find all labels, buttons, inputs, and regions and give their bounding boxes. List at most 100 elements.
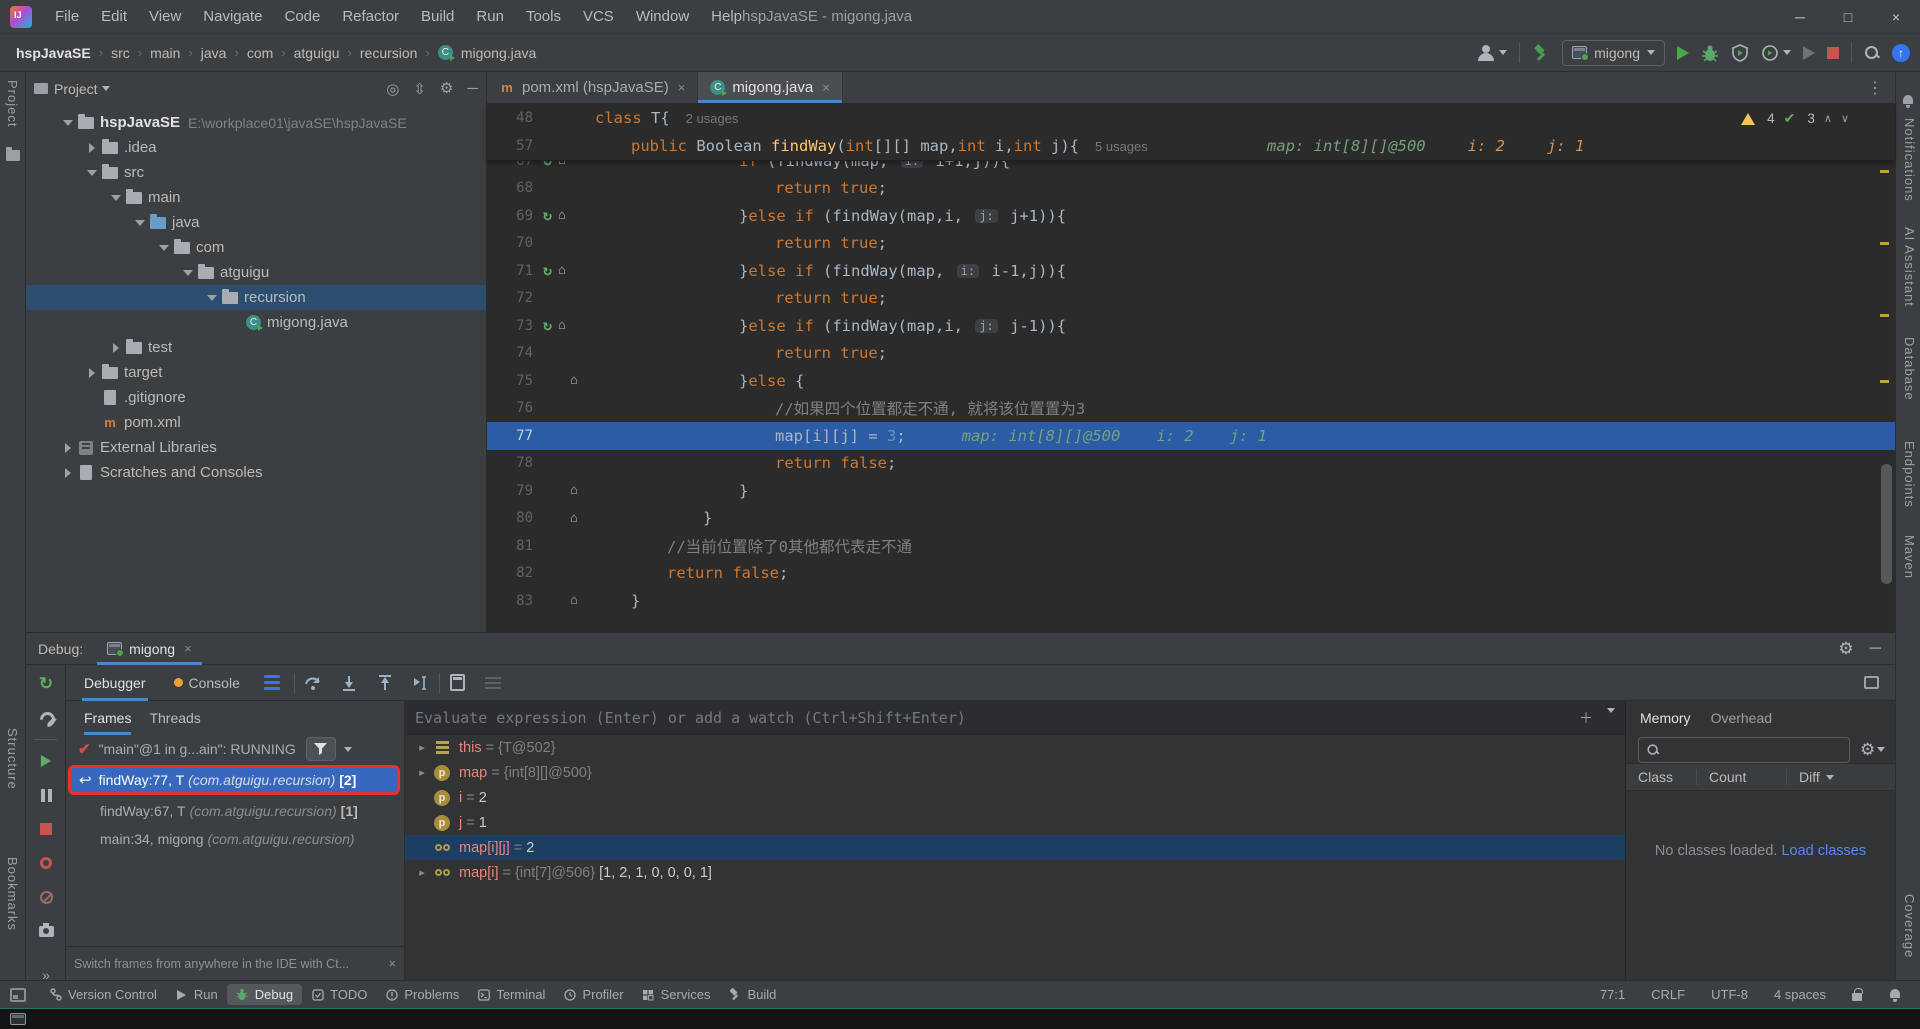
error-stripe-mark[interactable] [1880,242,1889,245]
tree-item-pomxml[interactable]: mpom.xml [26,410,486,435]
code-line[interactable]: 73↻⌂}else if (findWay(map,i, j: j-1)){ [487,312,1895,340]
project-view-selector[interactable]: Project [54,81,98,97]
stop-debug-button[interactable] [26,814,66,844]
stripe-database[interactable]: Database [1902,337,1917,401]
tab-frames[interactable]: Frames [84,701,131,735]
watch-row-selected[interactable]: map[i][j] = 2 [405,835,1625,860]
menu-refactor[interactable]: Refactor [331,0,410,34]
code-line[interactable]: 79⌂} [487,477,1895,505]
stripe-maven[interactable]: Maven [1902,535,1917,579]
search-everywhere-icon[interactable] [1864,45,1880,61]
usages-hint[interactable]: 2 usages [686,111,739,126]
menu-file[interactable]: File [44,0,90,34]
status-services[interactable]: Services [633,984,720,1005]
code-line[interactable]: 68return true; [487,175,1895,203]
variable-row-j[interactable]: pj = 1 [405,810,1625,835]
rerun-button[interactable]: ↻ [26,669,66,699]
column-count[interactable]: Count [1696,769,1786,785]
breadcrumb-com[interactable]: com [245,45,275,61]
menu-tools[interactable]: Tools [515,0,572,34]
notifications-bell-icon[interactable] [1888,988,1902,1002]
tree-item-idea[interactable]: .idea [26,135,486,160]
pause-button[interactable] [26,780,66,810]
stripe-endpoints[interactable]: Endpoints [1902,441,1917,508]
menu-run[interactable]: Run [465,0,515,34]
code-line[interactable]: 71↻⌂}else if (findWay(map, i: i-1,j)){ [487,257,1895,285]
chevron-down-icon[interactable] [1607,708,1615,713]
close-icon[interactable]: × [678,80,686,95]
settings-sliders-icon[interactable] [485,677,501,689]
stripe-structure[interactable]: Structure [5,728,20,790]
collapse-all-icon[interactable]: ⇳ [413,80,426,98]
tree-item-recursion[interactable]: recursion [26,285,486,310]
tree-item-scratches[interactable]: Scratches and Consoles [26,460,486,485]
tab-threads[interactable]: Threads [149,701,200,735]
gutter-marker-icon[interactable]: ⌂ [570,484,578,497]
step-out-icon[interactable] [376,675,394,691]
code-line[interactable]: 81//当前位置除了0其他都代表走不通 [487,532,1895,560]
layout-menu-icon[interactable] [264,675,280,690]
maximize-button[interactable]: □ [1824,0,1872,34]
breadcrumb-recursion[interactable]: recursion [358,45,420,61]
line-separator[interactable]: CRLF [1651,987,1685,1002]
tree-item-main[interactable]: main [26,185,486,210]
indent-style[interactable]: 4 spaces [1774,987,1826,1002]
tool-window-layout-icon[interactable] [10,988,26,1002]
run-to-cursor-icon[interactable] [412,675,430,691]
recursive-call-icon[interactable]: ↻ [543,160,552,168]
watch-row[interactable]: ▸map[i] = {int[7]@506} [1, 2, 1, 0, 0, 0… [405,860,1625,885]
code-line[interactable]: 69↻⌂}else if (findWay(map,i, j: j+1)){ [487,202,1895,230]
prev-issue-icon[interactable]: ∧ [1824,112,1832,125]
code-line[interactable]: 72return true; [487,285,1895,313]
debug-button[interactable] [1701,44,1719,62]
update-icon[interactable]: ↑ [1892,44,1910,62]
menu-view[interactable]: View [138,0,192,34]
recursive-call-icon[interactable]: ↻ [543,208,552,223]
frame-row[interactable]: findWay:67, T (com.atguigu.recursion) [1… [66,797,404,825]
gutter-marker-icon[interactable]: ⌂ [558,209,566,222]
sticky-line-48[interactable]: 48 class T{ 2 usages [487,104,1895,132]
usages-hint[interactable]: 5 usages [1095,139,1148,154]
code-line[interactable]: 75⌂}else { [487,367,1895,395]
code-line[interactable]: 80⌂} [487,505,1895,533]
code-line[interactable]: 67↻⌂if (findWay(map, i: i+1,j)){ [487,160,1895,175]
thread-dump-button[interactable] [26,916,66,946]
thread-row[interactable]: ✔ "main"@1 in g...ain": RUNNING [66,735,404,763]
breadcrumb-main[interactable]: main [148,45,182,61]
restore-layout-icon[interactable] [1864,676,1879,689]
tree-item-root[interactable]: hspJavaSE E:\workplace01\javaSE\hspJavaS… [26,110,486,135]
gutter-marker-icon[interactable]: ⌂ [570,594,578,607]
code-line[interactable]: 74return true; [487,340,1895,368]
profiler-button[interactable] [1761,44,1791,62]
error-stripe-mark[interactable] [1880,380,1889,383]
debug-session-tab[interactable]: migong × [97,633,202,665]
run-button[interactable] [1677,46,1689,60]
run-disabled-button[interactable] [1803,46,1815,60]
stripe-coverage[interactable]: Coverage [1902,894,1917,958]
status-problems[interactable]: Problems [376,984,468,1005]
status-run[interactable]: Run [166,984,227,1005]
add-watch-icon[interactable]: ＋ [1579,708,1593,728]
close-button[interactable]: × [1872,0,1920,34]
code-area[interactable]: 67↻⌂if (findWay(map, i: i+1,j)){ 68retur… [487,160,1895,632]
status-profiler[interactable]: Profiler [554,984,632,1005]
tab-pom-xml[interactable]: mpom.xml (hspJavaSE)× [487,72,698,103]
status-version-control[interactable]: Version Control [40,984,166,1005]
tab-options-icon[interactable]: ⋮ [1855,72,1895,103]
recursive-call-icon[interactable]: ↻ [543,318,552,333]
tree-item-com[interactable]: com [26,235,486,260]
recursive-call-icon[interactable]: ↻ [543,263,552,278]
inspections-widget[interactable]: 4 ✔3 ∧ ∨ [1741,110,1849,127]
run-configuration-select[interactable]: migong [1562,40,1665,66]
locate-file-icon[interactable]: ◎ [386,80,399,98]
variable-row-map[interactable]: ▸pmap = {int[8][]@500} [405,760,1625,785]
file-encoding[interactable]: UTF-8 [1711,987,1748,1002]
menu-vcs[interactable]: VCS [572,0,625,34]
resume-button[interactable] [26,746,66,776]
gutter-marker-icon[interactable]: ⌂ [570,374,578,387]
breadcrumb-project[interactable]: hspJavaSE [14,45,93,61]
hide-panel-icon[interactable]: ─ [1870,640,1881,658]
code-line[interactable]: 70return true; [487,230,1895,258]
sticky-line-57[interactable]: 57 public Boolean findWay(int[][] map,in… [487,132,1895,160]
gutter-marker-icon[interactable]: ⌂ [558,160,566,167]
